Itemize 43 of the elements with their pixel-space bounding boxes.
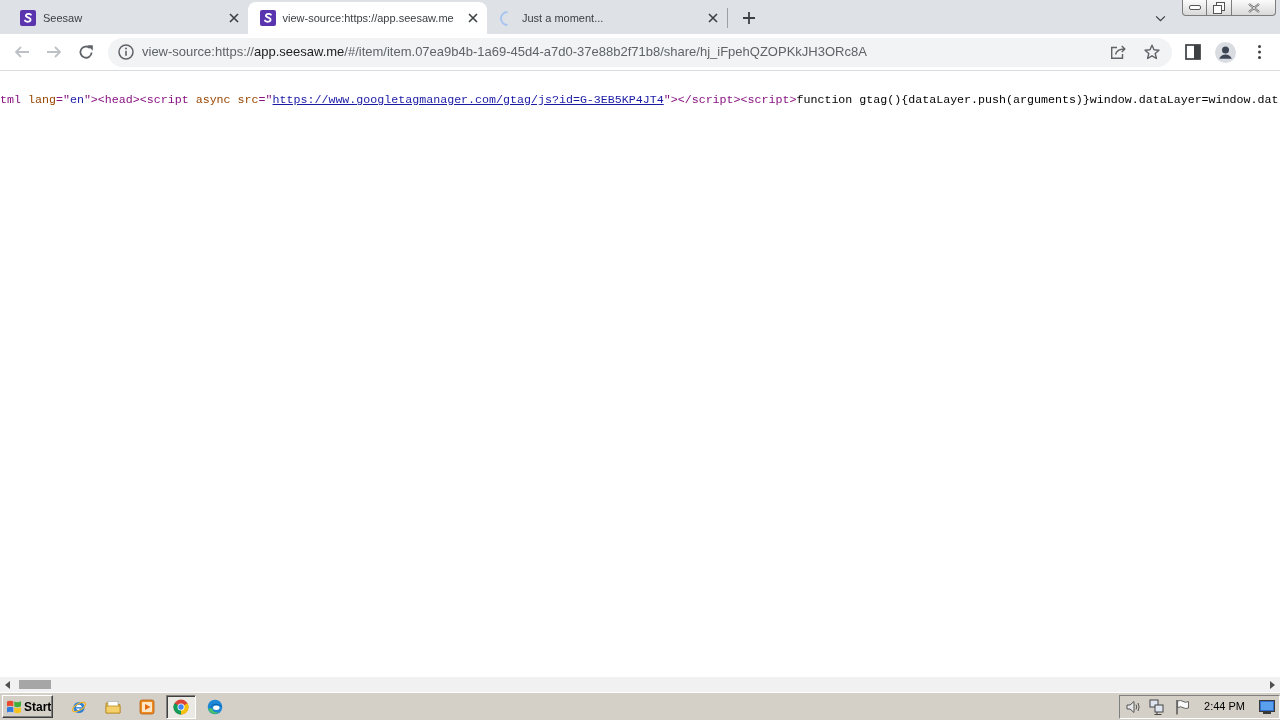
folder-icon <box>105 698 121 715</box>
speaker-icon[interactable] <box>1125 698 1142 715</box>
browser-tab[interactable]: Seesaw <box>8 2 248 34</box>
minimize-button[interactable] <box>1182 0 1207 16</box>
reload-icon[interactable] <box>78 44 94 60</box>
swirl-icon <box>207 698 223 715</box>
side-panel-icon[interactable] <box>1185 44 1201 60</box>
source-code-line: tml lang="en"><head><script async src="https://www.googletagmanager.com/gtag/js?id=G-3EB5KP4JT4"></script><script>function gtag(){dataLayer.push(arguments)}window.dataLayer=window.dat <box>0 92 1280 108</box>
close-button[interactable] <box>1232 0 1276 16</box>
horizontal-scrollbar[interactable] <box>0 677 1280 692</box>
star-icon[interactable] <box>1144 44 1160 60</box>
more-icon[interactable] <box>1258 45 1261 59</box>
plus-icon[interactable] <box>742 12 755 24</box>
scroll-left-icon[interactable] <box>5 680 10 689</box>
scrollbar-thumb[interactable] <box>19 680 51 689</box>
restore-button[interactable] <box>1207 0 1232 16</box>
close-icon[interactable] <box>468 13 478 23</box>
chevron-down-icon[interactable] <box>1155 14 1166 22</box>
scroll-right-icon[interactable] <box>1270 680 1275 689</box>
start-button[interactable]: Start <box>2 695 53 718</box>
tab-title: Just a moment... <box>522 10 605 26</box>
avatar-icon[interactable] <box>1215 41 1236 63</box>
tab-title: view-source:https://app.seesaw.me <box>282 10 455 26</box>
source-link[interactable]: https://www.googletagmanager.com/gtag/js?id=G-3EB5KP4JT4 <box>272 93 664 106</box>
minimize-icon <box>1188 5 1201 10</box>
tab-title: Seesaw <box>43 10 84 26</box>
browser-icon <box>173 698 189 715</box>
close-icon <box>1247 2 1260 13</box>
play-icon <box>139 698 155 715</box>
network-icon[interactable] <box>1149 698 1166 715</box>
close-icon[interactable] <box>228 13 239 23</box>
clock-time: 2:44 PM <box>1204 699 1245 715</box>
address-bar[interactable]: view-source:https://app.seesaw.me/#/item/item.07ea9b4b-1a69-45d4-a7d0-37e88b2f71b8/share/hj_iFpehQZOPKkJH3ORc8A <box>108 37 1172 67</box>
info-icon[interactable] <box>118 44 134 60</box>
flag-icon[interactable] <box>1174 698 1191 715</box>
close-icon[interactable] <box>707 13 718 23</box>
browser-tab[interactable]: view-source:https://app.seesaw.me <box>247 2 487 34</box>
show-desktop-icon[interactable] <box>1259 699 1275 714</box>
taskbar-button[interactable] <box>166 694 196 719</box>
browser-tab[interactable]: Just a moment... <box>487 2 727 34</box>
start-logo-icon <box>6 698 22 715</box>
share-icon[interactable] <box>1110 44 1128 60</box>
restore-icon <box>1213 1 1225 14</box>
